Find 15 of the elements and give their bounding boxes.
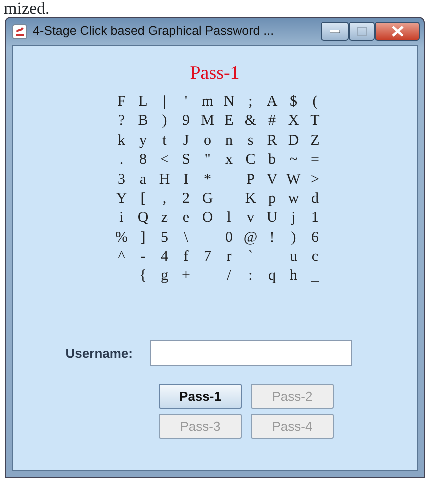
cut-off-text: mized. [3, 0, 51, 17]
username-field[interactable] [150, 340, 352, 366]
symbol-key[interactable]: q [268, 265, 276, 288]
field-label: Username: [64, 344, 134, 363]
maximize-button[interactable] [349, 22, 375, 41]
minimize-button[interactable] [321, 22, 349, 41]
close-button[interactable] [375, 22, 420, 41]
app-icon [12, 24, 28, 40]
maximize-icon [357, 27, 367, 36]
minimize-icon [330, 30, 340, 34]
window-title: 4-Stage Click based Graphical Password ... [33, 23, 276, 40]
symbol-key[interactable]: 7 [204, 246, 212, 269]
pass-button[interactable]: Pass-1 [159, 384, 242, 410]
close-icon [392, 26, 404, 37]
stage-heading: Pass-1 [189, 62, 241, 86]
